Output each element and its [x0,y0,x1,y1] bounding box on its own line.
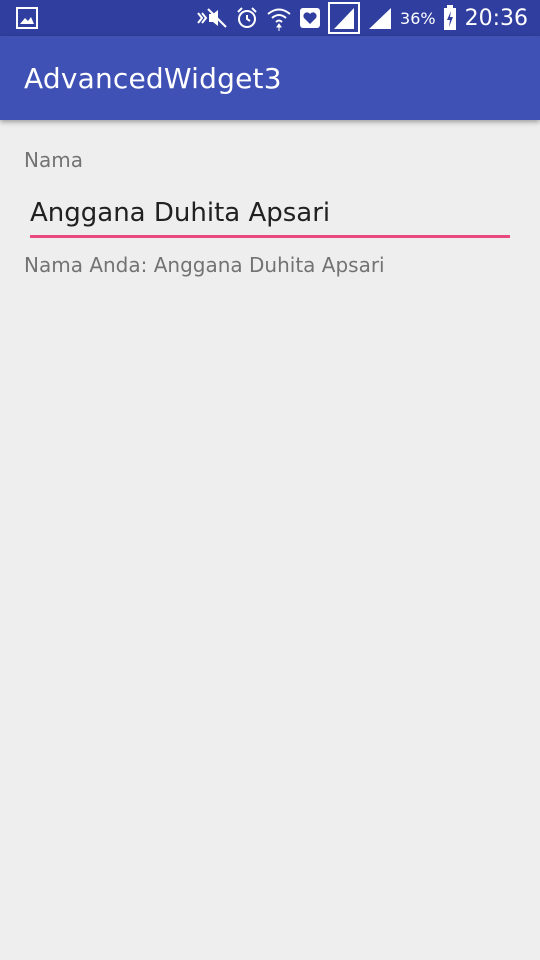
signal-sim2-icon [369,8,392,29]
battery-charging-icon [443,5,456,30]
name-field[interactable] [24,190,514,240]
status-bar: 36% 20:36 [0,0,540,36]
status-icons: 36% 20:36 [189,0,528,36]
gallery-icon [16,7,38,29]
signal-sim1-icon [328,2,361,34]
battery-percent: 36% [400,8,436,28]
clock: 20:36 [464,5,528,31]
result-text: Nama Anda: Anggana Duhita Apsari [24,253,385,277]
app-title: AdvancedWidget3 [24,62,282,95]
vibrate-silent-icon [197,8,227,28]
alarm-icon [237,7,257,28]
input-underline [30,235,510,238]
wifi-icon [267,8,291,31]
app-bar: AdvancedWidget3 [0,36,540,120]
name-label: Nama [24,148,83,172]
name-input[interactable] [30,190,510,236]
health-icon [300,8,321,28]
